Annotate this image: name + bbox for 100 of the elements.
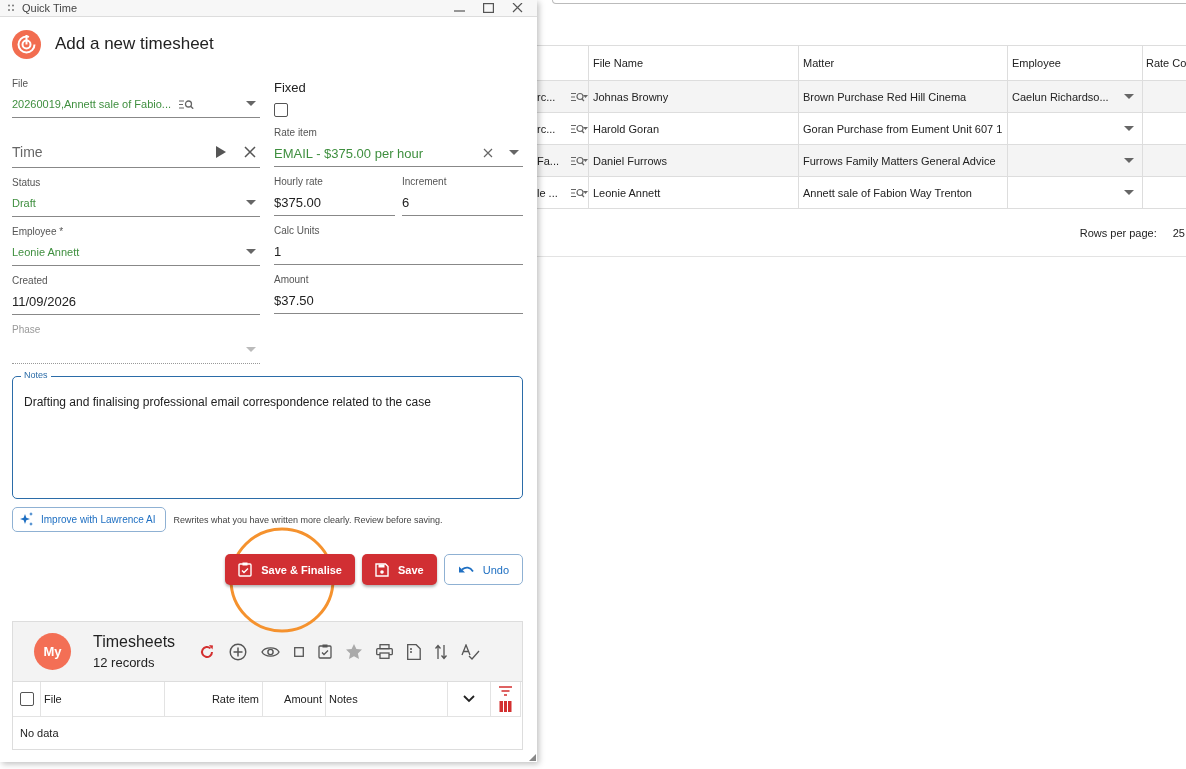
drag-handle-icon[interactable] (8, 4, 14, 12)
search-list-icon[interactable] (179, 99, 194, 109)
text-field[interactable]: $375.00 (274, 189, 395, 216)
table-cell: rc... (537, 90, 556, 103)
dropdown-caret-icon[interactable] (1124, 125, 1134, 132)
search-filter-icon[interactable] (571, 187, 588, 198)
table-cell: Leonie Annett (589, 177, 799, 208)
star-icon[interactable] (346, 644, 362, 659)
dropdown-caret-icon[interactable] (246, 200, 256, 206)
checkbox-label: Fixed (274, 81, 307, 95)
select-all-checkbox[interactable] (19, 692, 34, 706)
checkbox[interactable] (274, 103, 288, 117)
chevron-down-icon[interactable] (463, 695, 475, 703)
field-label: Hourly rate (274, 175, 324, 189)
clipboard-check-icon[interactable] (318, 644, 332, 659)
search-filter-icon[interactable] (571, 91, 588, 102)
column-header[interactable]: Amount (263, 682, 326, 717)
dropdown-caret-icon[interactable] (246, 101, 256, 107)
table-cell: Johnas Browny (589, 81, 799, 112)
dropdown-field[interactable]: Draft (12, 190, 260, 217)
text-field[interactable]: $37.50 (274, 287, 523, 314)
document-icon[interactable] (407, 643, 421, 660)
empty-message: No data (19, 726, 60, 741)
resize-grip-icon[interactable] (529, 754, 536, 761)
clear-icon[interactable] (244, 146, 256, 158)
time-placeholder: Time (12, 144, 44, 160)
employee-select[interactable]: Caelun Richardso... (1008, 81, 1143, 112)
search-filter-icon[interactable] (571, 123, 588, 134)
field-value: 6 (402, 194, 411, 210)
field-label: File (12, 77, 30, 91)
panel-title: Timesheets (93, 633, 177, 651)
field-label: Amount (274, 273, 310, 287)
save-button[interactable]: Save (362, 554, 437, 585)
improve-ai-button[interactable]: Improve with Lawrence AI (12, 507, 166, 532)
rows-per-page-label: Rows per page: (1079, 226, 1157, 239)
filter-columns-icon[interactable] (499, 685, 512, 713)
undo-icon (457, 564, 474, 575)
field-value: Caelun Richardso... (1012, 90, 1110, 103)
table-cell: Furrows Family Matters General Advice (799, 145, 1008, 176)
sort-icon[interactable] (435, 643, 447, 660)
undo-button[interactable]: Undo (443, 554, 523, 585)
field-label: Employee * (12, 225, 65, 239)
column-header[interactable]: Employee (1008, 46, 1143, 80)
file-select[interactable]: 20260019,Annett sale of Fabio... (12, 91, 260, 118)
field-label: Phase (12, 323, 42, 337)
column-header[interactable]: Rate item (165, 682, 263, 717)
notes-text: Drafting and finalising professional email correspondence related to the case (24, 395, 431, 409)
field-value: $37.50 (274, 292, 315, 308)
field-value: 11/09/2026 (12, 293, 78, 309)
refresh-icon[interactable] (199, 643, 215, 660)
sparkle-icon (19, 512, 34, 527)
field-value: 1 (274, 243, 283, 259)
field-value: EMAIL - $375.00 per hour (274, 145, 425, 161)
add-icon[interactable] (229, 642, 247, 661)
search-filter-icon[interactable] (571, 155, 588, 166)
column-header[interactable]: File Name (589, 46, 799, 80)
field-value: Draft (12, 197, 37, 209)
clear-icon[interactable] (483, 148, 493, 158)
column-header[interactable]: File (41, 682, 165, 717)
ai-hint-text: Rewrites what you have written more clearly. Review before saving. (173, 514, 443, 525)
notes-label: Notes (21, 370, 51, 380)
text-field[interactable]: 6 (402, 189, 523, 216)
field-label: Status (12, 176, 42, 190)
text-field[interactable]: 11/09/2026 (12, 288, 260, 315)
dropdown-caret-icon[interactable] (1124, 157, 1134, 164)
column-header[interactable]: Rate Co (1143, 46, 1186, 80)
field-label: Rate item (274, 126, 318, 140)
close-icon[interactable] (512, 3, 523, 13)
printer-icon[interactable] (376, 644, 393, 659)
square-icon[interactable] (294, 646, 304, 657)
save-finalise-button[interactable]: Save & Finalise (225, 554, 355, 585)
spellcheck-icon[interactable] (461, 643, 480, 660)
field-label: Increment (402, 175, 448, 189)
table-cell: Harold Goran (589, 113, 799, 144)
text-field[interactable]: 1 (274, 238, 523, 265)
rate-item-select[interactable]: EMAIL - $375.00 per hour (274, 140, 523, 167)
avatar: My (34, 633, 71, 670)
table-cell: Fa... (537, 154, 559, 167)
field-label: Created (12, 274, 49, 288)
table-cell: Daniel Furrows (589, 145, 799, 176)
table-cell: Brown Purchase Red Hill Cinema (799, 81, 1008, 112)
field-value: 20260019,Annett sale of Fabio... (12, 98, 171, 110)
column-header[interactable]: Notes (326, 682, 448, 717)
dropdown-caret-icon[interactable] (1124, 93, 1134, 100)
maximize-icon[interactable] (483, 3, 494, 13)
table-cell: Goran Purchase from Eument Unit 607 1 (799, 113, 1008, 144)
dropdown-field[interactable]: Leonie Annett (12, 239, 260, 266)
dropdown-caret-icon[interactable] (1124, 189, 1134, 196)
table-cell: le ... (537, 186, 558, 199)
play-icon[interactable] (216, 146, 226, 158)
dropdown-caret-icon[interactable] (509, 150, 519, 156)
record-count: 12 records (93, 655, 156, 670)
table-cell: rc... (537, 122, 556, 135)
dialog-heading: Add a new timesheet (55, 34, 214, 54)
dropdown-caret-icon[interactable] (246, 249, 256, 255)
time-field[interactable]: Time (12, 137, 260, 168)
eye-icon[interactable] (261, 645, 280, 658)
rows-per-page-select[interactable]: 25 (1172, 226, 1185, 239)
clipboard-check-icon (238, 562, 253, 577)
column-header[interactable]: Matter (799, 46, 1008, 80)
